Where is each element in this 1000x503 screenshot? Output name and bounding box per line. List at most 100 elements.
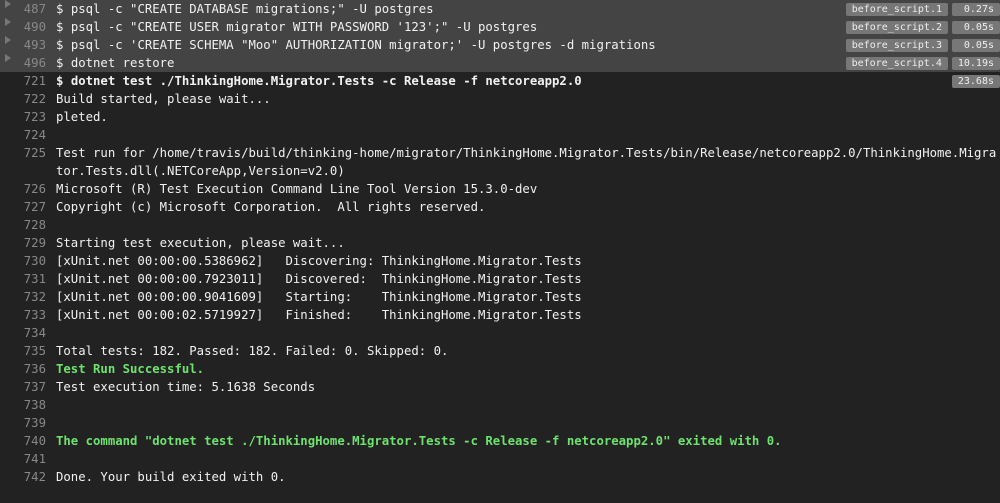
log-text: Done. Your build exited with 0.: [56, 470, 286, 484]
log-line[interactable]: 724: [0, 126, 1000, 144]
line-number[interactable]: 738: [16, 396, 46, 414]
log-line[interactable]: 729 Starting test execution, please wait.…: [0, 234, 1000, 252]
log-text: Total tests: 182. Passed: 182. Failed: 0…: [56, 344, 448, 358]
log-text: [xUnit.net 00:00:00.9041609] Starting: T…: [56, 290, 582, 304]
line-number[interactable]: 729: [16, 234, 46, 252]
log-line[interactable]: 731 [xUnit.net 00:00:00.7923011] Discover…: [0, 270, 1000, 288]
log-content: [xUnit.net 00:00:02.5719927] Finished: T…: [56, 306, 1000, 324]
log-line[interactable]: 740 The command "dotnet test ./ThinkingHo…: [0, 432, 1000, 450]
badge-label: before_script.1: [846, 3, 948, 16]
log-text: dotnet test ./ThinkingHome.Migrator.Test…: [71, 74, 582, 88]
line-number[interactable]: 732: [16, 288, 46, 306]
expand-arrow-icon[interactable]: [5, 18, 11, 26]
line-number[interactable]: 731: [16, 270, 46, 288]
line-number[interactable]: 496: [16, 54, 46, 72]
log-text: Test run for /home/travis/build/thinking…: [56, 146, 996, 178]
expand-arrow-icon[interactable]: [5, 36, 11, 44]
shell-prompt: $: [56, 74, 71, 88]
line-number[interactable]: 741: [16, 450, 46, 468]
line-number[interactable]: 735: [16, 342, 46, 360]
log-text: Copyright (c) Microsoft Corporation. All…: [56, 200, 485, 214]
timing-badge-row[interactable]: before_script.3 0.05s: [846, 36, 1000, 54]
line-number[interactable]: 740: [16, 432, 46, 450]
log-text: Test Run Successful.: [56, 362, 204, 376]
log-content: Done. Your build exited with 0.: [56, 468, 1000, 486]
log-content: Total tests: 182. Passed: 182. Failed: 0…: [56, 342, 1000, 360]
line-number[interactable]: 739: [16, 414, 46, 432]
log-text: pleted.: [56, 110, 108, 124]
badge-label: before_script.2: [846, 21, 948, 34]
shell-prompt: $: [56, 38, 71, 52]
line-number[interactable]: 737: [16, 378, 46, 396]
badge-time: 0.05s: [952, 39, 1000, 52]
log-text: [xUnit.net 00:00:02.5719927] Finished: T…: [56, 308, 582, 322]
log-content: [xUnit.net 00:00:00.9041609] Starting: T…: [56, 288, 1000, 306]
log-line[interactable]: 723 pleted.: [0, 108, 1000, 126]
log-line[interactable]: 741: [0, 450, 1000, 468]
log-line[interactable]: 736 Test Run Successful.: [0, 360, 1000, 378]
timing-badge-row[interactable]: before_script.2 0.05s: [846, 18, 1000, 36]
badge-time: 10.19s: [952, 57, 1000, 70]
log-text: Microsoft (R) Test Execution Command Lin…: [56, 182, 537, 196]
line-number[interactable]: 493: [16, 36, 46, 54]
log-line[interactable]: 725 Test run for /home/travis/build/think…: [0, 144, 1000, 180]
badge-time: 0.05s: [952, 21, 1000, 34]
shell-prompt: $: [56, 20, 71, 34]
timing-badge-row[interactable]: 23.68s: [846, 72, 1000, 90]
log-content: Microsoft (R) Test Execution Command Lin…: [56, 180, 1000, 198]
log-line[interactable]: 737Test execution time: 5.1638 Seconds: [0, 378, 1000, 396]
log-line[interactable]: 726 Microsoft (R) Test Execution Command …: [0, 180, 1000, 198]
log-line[interactable]: 742 Done. Your build exited with 0.: [0, 468, 1000, 486]
line-number[interactable]: 725: [16, 144, 46, 162]
fold-gutter[interactable]: [0, 0, 16, 8]
line-number[interactable]: 736: [16, 360, 46, 378]
log-line[interactable]: 728: [0, 216, 1000, 234]
log-text: Build started, please wait...: [56, 92, 271, 106]
log-line[interactable]: 733 [xUnit.net 00:00:02.5719927] Finished…: [0, 306, 1000, 324]
timing-badges: before_script.1 0.27s before_script.2 0.05s…: [846, 0, 1000, 90]
log-text: psql -c "CREATE USER migrator WITH PASSW…: [71, 20, 537, 34]
line-number[interactable]: 728: [16, 216, 46, 234]
log-content: [xUnit.net 00:00:00.5386962] Discovering…: [56, 252, 1000, 270]
badge-label: before_script.3: [846, 39, 948, 52]
fold-gutter[interactable]: [0, 54, 16, 62]
line-number[interactable]: 722: [16, 90, 46, 108]
expand-arrow-icon[interactable]: [5, 54, 11, 62]
log-line[interactable]: 734: [0, 324, 1000, 342]
log-text: Starting test execution, please wait...: [56, 236, 345, 250]
log-content: Copyright (c) Microsoft Corporation. All…: [56, 198, 1000, 216]
log-line[interactable]: 722 Build started, please wait...: [0, 90, 1000, 108]
log-content: pleted.: [56, 108, 1000, 126]
line-number[interactable]: 724: [16, 126, 46, 144]
line-number[interactable]: 727: [16, 198, 46, 216]
log-line[interactable]: 727 Copyright (c) Microsoft Corporation. …: [0, 198, 1000, 216]
log-text: psql -c 'CREATE SCHEMA "Moo" AUTHORIZATI…: [71, 38, 656, 52]
line-number[interactable]: 490: [16, 18, 46, 36]
expand-arrow-icon[interactable]: [5, 0, 11, 8]
line-number[interactable]: 733: [16, 306, 46, 324]
log-line[interactable]: 739: [0, 414, 1000, 432]
shell-prompt: $: [56, 2, 71, 16]
log-content: [xUnit.net 00:00:00.7923011] Discovered:…: [56, 270, 1000, 288]
fold-gutter[interactable]: [0, 18, 16, 26]
log-line[interactable]: 732 [xUnit.net 00:00:00.9041609] Starting…: [0, 288, 1000, 306]
log-content: Starting test execution, please wait...: [56, 234, 1000, 252]
line-number[interactable]: 726: [16, 180, 46, 198]
log-line[interactable]: 730 [xUnit.net 00:00:00.5386962] Discover…: [0, 252, 1000, 270]
timing-badge-row[interactable]: before_script.410.19s: [846, 54, 1000, 72]
log-text: The command "dotnet test ./ThinkingHome.…: [56, 434, 782, 448]
line-number[interactable]: 730: [16, 252, 46, 270]
log-line[interactable]: 735 Total tests: 182. Passed: 182. Failed…: [0, 342, 1000, 360]
timing-badge-row[interactable]: before_script.1 0.27s: [846, 0, 1000, 18]
line-number[interactable]: 487: [16, 0, 46, 18]
badge-time: 0.27s: [952, 3, 1000, 16]
fold-gutter[interactable]: [0, 36, 16, 44]
log-content: Test run for /home/travis/build/thinking…: [56, 144, 1000, 180]
log-text: dotnet restore: [71, 56, 175, 70]
log-text: psql -c "CREATE DATABASE migrations;" -U…: [71, 2, 434, 16]
log-line[interactable]: 738: [0, 396, 1000, 414]
line-number[interactable]: 742: [16, 468, 46, 486]
line-number[interactable]: 721: [16, 72, 46, 90]
line-number[interactable]: 723: [16, 108, 46, 126]
line-number[interactable]: 734: [16, 324, 46, 342]
